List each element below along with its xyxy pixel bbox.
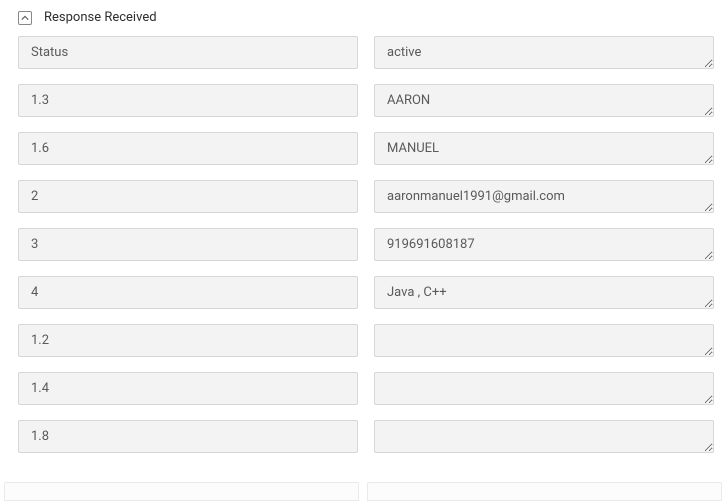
response-key-input[interactable] [18,180,358,213]
response-rows-scroll[interactable] [0,36,726,471]
response-row [18,36,714,73]
response-row [18,84,714,121]
response-value-textarea[interactable] [374,84,714,117]
response-row [18,372,714,409]
response-row [18,276,714,313]
response-key-input[interactable] [18,276,358,309]
response-row [18,180,714,217]
response-value-textarea[interactable] [374,324,714,357]
response-value-textarea[interactable] [374,372,714,405]
response-key-input[interactable] [18,420,358,453]
response-key-input[interactable] [18,228,358,261]
section-title: Response Received [44,10,157,25]
response-row [18,420,714,457]
chevron-up-icon [21,14,29,22]
response-row [18,132,714,169]
response-value-textarea[interactable] [374,180,714,213]
response-value-textarea[interactable] [374,420,714,453]
response-value-textarea[interactable] [374,36,714,69]
response-value-textarea[interactable] [374,132,714,165]
footer-tabs [0,477,726,501]
response-row [18,324,714,361]
collapse-toggle[interactable] [18,11,32,25]
response-key-input[interactable] [18,36,358,69]
footer-segment-right[interactable] [367,482,722,501]
response-value-textarea[interactable] [374,276,714,309]
response-key-input[interactable] [18,324,358,357]
response-key-input[interactable] [18,84,358,117]
response-row [18,228,714,265]
response-value-textarea[interactable] [374,228,714,261]
footer-segment-left[interactable] [4,482,359,501]
response-key-input[interactable] [18,372,358,405]
response-key-input[interactable] [18,132,358,165]
response-panel: Response Received [0,0,726,501]
section-header: Response Received [0,0,726,37]
